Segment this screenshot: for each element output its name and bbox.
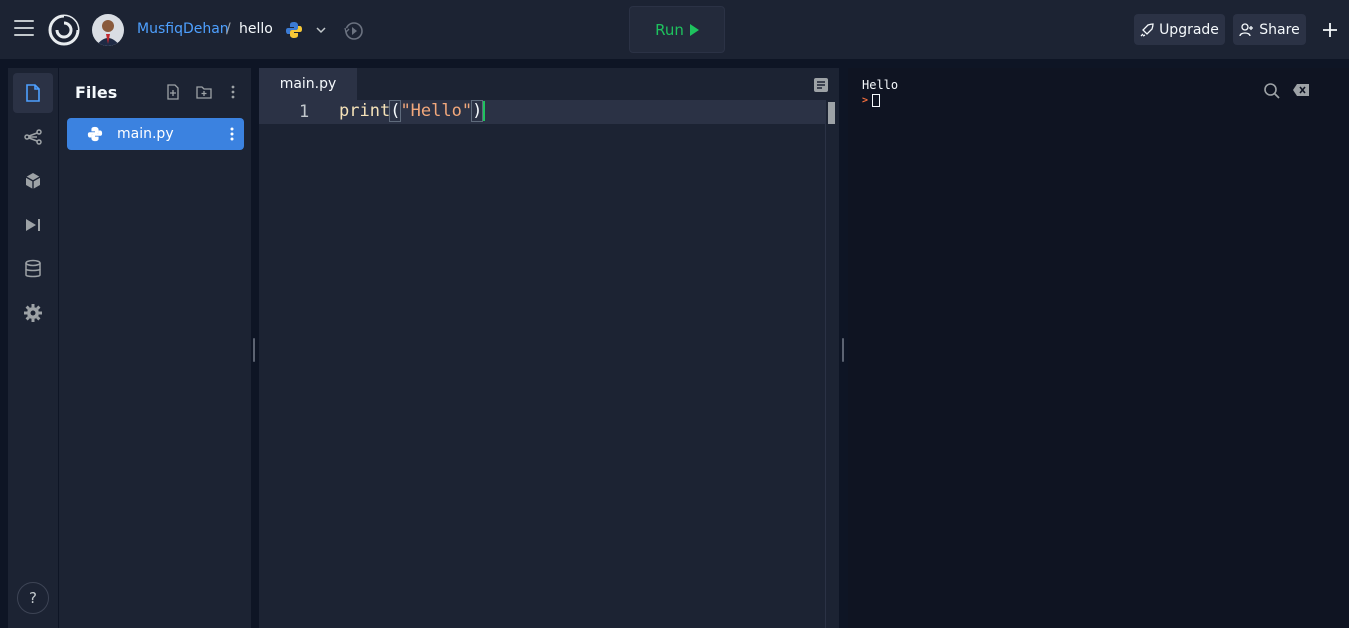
- help-button[interactable]: ?: [17, 582, 49, 614]
- rail-run-button[interactable]: [13, 205, 53, 245]
- editor-scrollbar[interactable]: [825, 100, 839, 628]
- rail-packages-button[interactable]: [13, 161, 53, 201]
- git-branch-icon: [24, 129, 42, 145]
- avatar[interactable]: [92, 14, 124, 46]
- upgrade-label: Upgrade: [1159, 21, 1219, 38]
- scroll-thumb[interactable]: [828, 102, 835, 124]
- new-file-icon[interactable]: [165, 84, 181, 100]
- prompt-chevron: >: [862, 95, 869, 106]
- package-icon: [25, 173, 41, 189]
- console-cursor: [872, 94, 881, 107]
- code-token-paren-open: (: [389, 100, 402, 122]
- search-icon[interactable]: [1263, 82, 1281, 100]
- code-token-string: "Hello": [400, 101, 473, 121]
- python-icon[interactable]: [285, 21, 303, 39]
- tool-rail: ?: [8, 68, 58, 628]
- code-token-function: print: [339, 101, 391, 121]
- files-panel: Files main.py: [58, 68, 251, 628]
- play-skip-icon: [26, 219, 40, 231]
- replit-logo-icon[interactable]: [47, 13, 81, 47]
- rail-database-button[interactable]: [13, 249, 53, 289]
- code-editor: main.py 1 print("Hello"): [259, 68, 839, 628]
- file-icon: [26, 84, 40, 102]
- new-folder-icon[interactable]: [196, 84, 212, 100]
- share-label: Share: [1259, 21, 1300, 38]
- resize-handle-left[interactable]: [253, 338, 255, 362]
- chevron-down-icon[interactable]: [315, 24, 327, 36]
- console-prompt-line[interactable]: >: [862, 94, 881, 107]
- rail-version-control-button[interactable]: [13, 117, 53, 157]
- code-token-paren-close: ): [471, 100, 484, 122]
- rail-files-button[interactable]: [13, 73, 53, 113]
- database-icon: [25, 259, 41, 278]
- menu-icon[interactable]: [14, 20, 34, 40]
- code-area[interactable]: 1 print("Hello"): [259, 100, 825, 628]
- rail-settings-button[interactable]: [13, 293, 53, 333]
- history-icon[interactable]: [343, 20, 365, 42]
- console-panel[interactable]: Hello >: [848, 68, 1349, 628]
- line-number: 1: [299, 102, 310, 122]
- top-bar: MusfiqDehan / hello Run Upgrade Share: [0, 0, 1349, 60]
- code-line: print("Hello"): [339, 100, 486, 122]
- breadcrumb-user[interactable]: MusfiqDehan: [137, 21, 229, 37]
- resize-handle-right[interactable]: [842, 338, 844, 362]
- run-button[interactable]: Run: [629, 6, 725, 53]
- python-icon: [87, 126, 103, 142]
- tab-main-py[interactable]: main.py: [259, 68, 357, 100]
- text-cursor: [483, 101, 486, 121]
- upgrade-button[interactable]: Upgrade: [1134, 14, 1225, 45]
- breadcrumb-separator: /: [226, 21, 231, 37]
- kebab-menu-icon[interactable]: [225, 84, 241, 100]
- share-button[interactable]: Share: [1233, 14, 1306, 45]
- rocket-icon: [1140, 22, 1154, 37]
- plus-icon[interactable]: [1319, 19, 1341, 41]
- file-name: main.py: [117, 126, 174, 142]
- editor-menu-icon[interactable]: [813, 77, 829, 93]
- run-label: Run: [655, 20, 684, 39]
- add-user-icon: [1239, 22, 1254, 36]
- file-item-main-py[interactable]: main.py: [67, 118, 244, 150]
- file-options-icon[interactable]: [227, 126, 237, 142]
- play-icon: [689, 23, 699, 36]
- files-title: Files: [75, 83, 118, 102]
- console-output: Hello: [862, 78, 899, 92]
- breadcrumb-repl-name[interactable]: hello: [239, 21, 273, 37]
- clear-console-icon[interactable]: [1292, 83, 1310, 97]
- gear-icon: [24, 304, 42, 322]
